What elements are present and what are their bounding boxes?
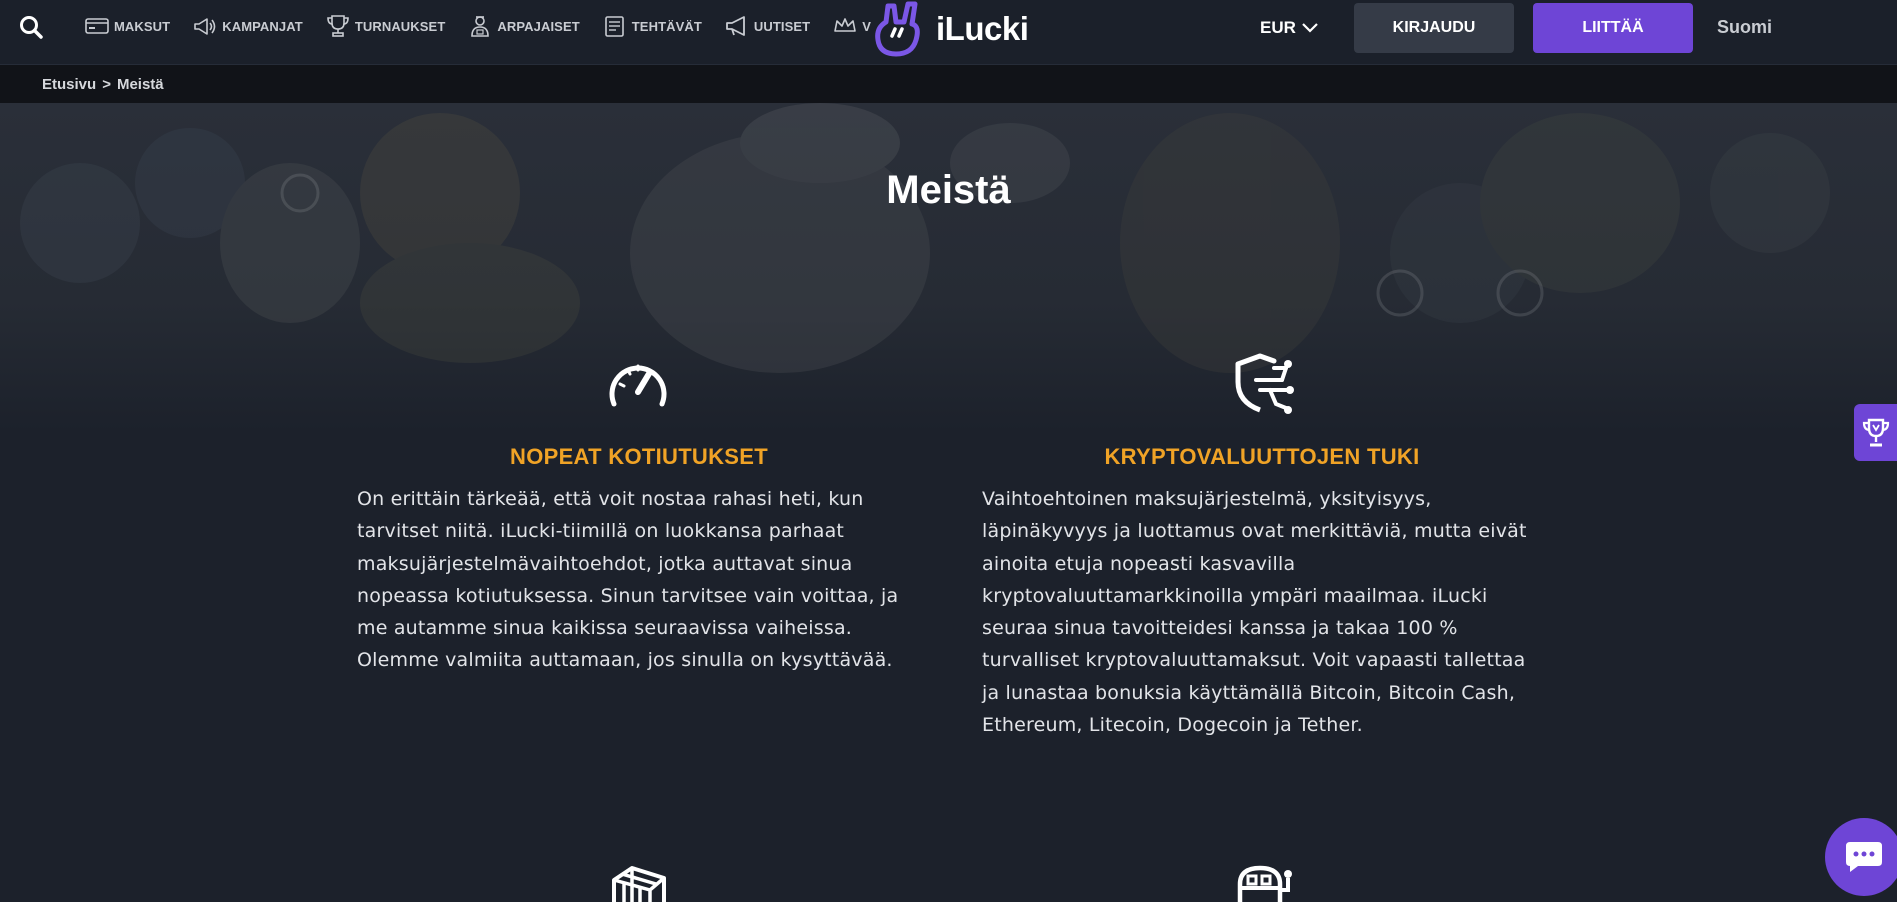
search-icon[interactable] (18, 14, 46, 42)
feature-text-line: Vaihtoehtoinen maksujärjestelmä, yksityi… (982, 488, 1432, 510)
breadcrumb: Etusivu > Meistä (42, 76, 164, 93)
currency-select[interactable]: EUR (1260, 14, 1318, 42)
trophy-icon (1862, 418, 1889, 446)
feature-text-line: ja lunastaa bonuksia käyttämällä Bitcoin… (982, 681, 1516, 704)
top-header: MAKSUT KAMPANJAT TURNAUKSET ARPAJAISET T… (0, 0, 1897, 65)
nav-label: ARPAJAISET (497, 18, 580, 34)
login-button[interactable]: KIRJAUDU (1354, 3, 1514, 53)
feature-text-line: Ethereum, Litecoin, Dogecoin ja Tether. (982, 714, 1363, 737)
feature-title: KRYPTOVALUUTTOJEN TUKI (1104, 444, 1420, 469)
nav-label: KAMPANJAT (222, 18, 303, 34)
nav-item-kampanjat[interactable]: KAMPANJAT (192, 0, 303, 52)
nav-label: V (862, 18, 871, 34)
crown-icon (834, 18, 857, 32)
feature-description: On erittäin tärkeää, että voit nostaa ra… (357, 483, 937, 677)
feature-text-line: tarvitset niitä. iLucki-tiimillä on luok… (357, 520, 845, 543)
speedometer-icon (609, 364, 667, 407)
page-title: Meistä (886, 168, 1011, 212)
hero-background-art (20, 103, 1830, 373)
megaphone-icon (194, 18, 216, 35)
main-nav: MAKSUT KAMPANJAT TURNAUKSET ARPAJAISET T… (84, 0, 893, 52)
person-icon (471, 16, 490, 37)
trophy-icon (327, 15, 349, 37)
feature-text-line: maksujärjestelmävaihtoehdot, jotka autta… (357, 552, 853, 575)
nav-item-tehtavat[interactable]: TEHTÄVÄT (602, 0, 702, 52)
feature-text-line: Olemme valmiita auttamaan, jos sinulla o… (357, 649, 893, 672)
feature-description: Vaihtoehtoinen maksujärjestelmä, yksityi… (982, 483, 1562, 741)
hero-banner: Meistä (0, 103, 1897, 433)
nav-label: UUTISET (753, 18, 811, 34)
feature-text-line: kryptovaluuttamarkkinoilla ympäri maailm… (982, 584, 1488, 607)
language-selector[interactable]: Suomi (1717, 17, 1772, 38)
nav-item-arpajaiset[interactable]: ARPAJAISET (467, 0, 580, 52)
join-button[interactable]: LIITTÄÄ (1533, 3, 1693, 53)
card-icon (85, 18, 109, 34)
cube-grid-icon (612, 866, 666, 902)
breadcrumb-home-link[interactable]: Etusivu (42, 76, 96, 93)
feature-text-line: turvalliset kryptovaluuttamaksut. Voit v… (982, 649, 1526, 672)
breadcrumb-separator: > (102, 76, 111, 93)
nav-label: TURNAUKSET (354, 18, 446, 34)
feature-text-line: On erittäin tärkeää, että voit nostaa ra… (357, 488, 864, 510)
logo-text: iLucki (936, 10, 1029, 47)
nav-item-maksut[interactable]: MAKSUT (84, 0, 170, 52)
feature-text-line: seuraa sinua tavoitteidesi kanssa ja tak… (982, 617, 1458, 640)
feature-text-line: läpinäkyvyys ja luottamus ovat merkittäv… (982, 520, 1527, 543)
nav-label: MAKSUT (114, 18, 171, 34)
nav-item-turnaukset[interactable]: TURNAUKSET (325, 0, 446, 52)
crypto-shield-icon (1235, 353, 1294, 414)
nav-label: TEHTÄVÄT (631, 18, 702, 34)
feature-title: NOPEAT KOTIUTUKSET (510, 444, 768, 469)
breadcrumb-current: Meistä (116, 76, 164, 93)
chat-bubble-icon (1846, 842, 1882, 872)
tournament-widget-button[interactable] (1854, 404, 1897, 461)
loudspeaker-icon (726, 16, 745, 36)
logo-rock-hand-icon (875, 1, 920, 57)
breadcrumb-bar: Etusivu > Meistä (0, 65, 1897, 103)
currency-value: EUR (1260, 18, 1296, 37)
notepad-icon (604, 16, 624, 37)
feature-text-line: ainoita etuja nopeasti kasvavilla (982, 552, 1296, 575)
chevron-down-icon (1302, 23, 1318, 33)
feature-text-line: nopeassa kotiutuksessa. Sinun tarvitsee … (357, 584, 899, 607)
site-logo[interactable]: iLucki (874, 0, 1029, 58)
nav-item-uutiset[interactable]: UUTISET (724, 0, 810, 52)
treasure-chest-icon (1237, 865, 1292, 902)
feature-text-line: me autamme sinua kaikissa seuraavissa va… (357, 617, 853, 640)
nav-item-vip[interactable]: V (832, 0, 871, 52)
chat-button[interactable] (1825, 818, 1897, 896)
